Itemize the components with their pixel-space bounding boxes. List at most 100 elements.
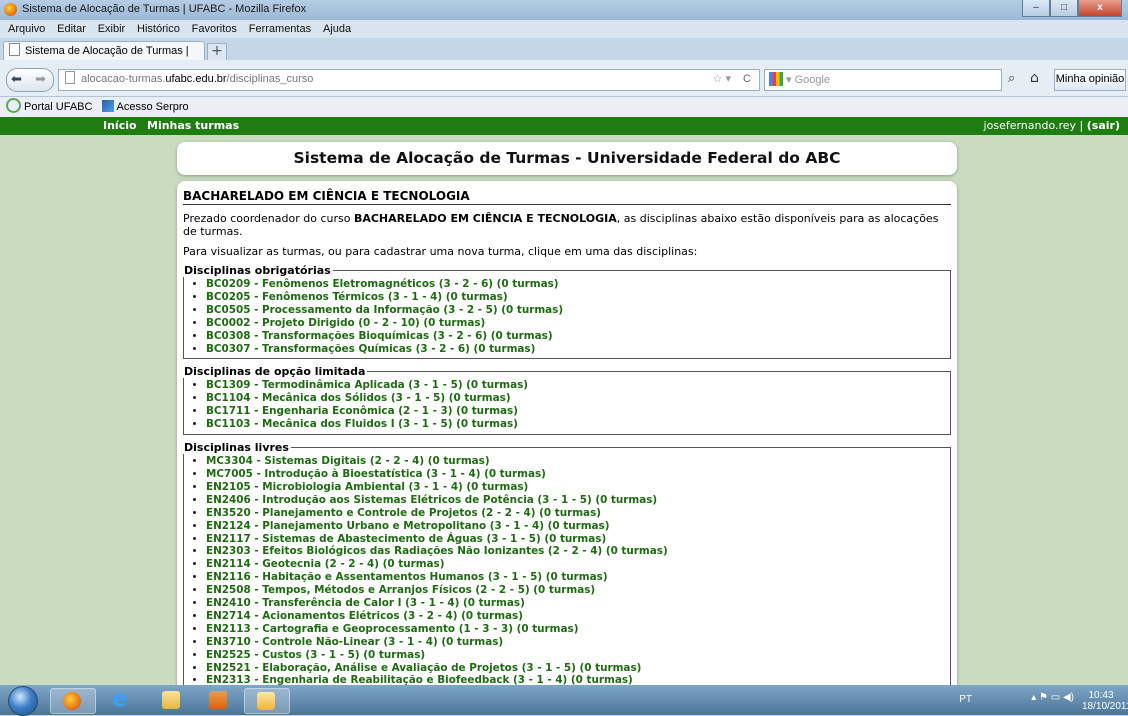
menu-favoritos[interactable]: Favoritos [192,23,237,35]
app-icon [257,692,275,710]
windows-taskbar: e PT ▴ ⚑ ▭ ◀) 10:43 18/10/2011 [0,685,1128,716]
discipline-link[interactable]: EN2406 - Introdução aos Sistemas Elétric… [206,494,950,507]
feedback-button[interactable]: Minha opinião [1054,69,1126,91]
group-title: Disciplinas obrigatórias [184,264,331,277]
discipline-link[interactable]: BC1309 - Termodinâmica Aplicada (3 - 1 -… [206,379,950,392]
reload-icon[interactable]: C [743,70,751,89]
tab-active[interactable]: Sistema de Alocação de Turmas | UFABC [3,41,205,75]
course-title: BACHARELADO EM CIÊNCIA E TECNOLOGIA [183,189,951,205]
url-path: /disciplinas_curso [226,73,314,85]
instruction-paragraph: Para visualizar as turmas, ou para cadas… [183,245,698,258]
user-info: josefernando.rey | (sair) [984,117,1120,135]
nav-link-minhas-turmas[interactable]: Minhas turmas [147,117,239,135]
discipline-link[interactable]: BC0002 - Projeto Dirigido (0 - 2 - 10) (… [206,317,950,330]
discipline-link[interactable]: EN2105 - Microbiologia Ambiental (3 - 1 … [206,481,950,494]
language-indicator[interactable]: PT [959,694,972,705]
discipline-link[interactable]: EN2114 - Geotecnia (2 - 2 - 4) (0 turmas… [206,558,950,571]
group-title: Disciplinas livres [184,441,289,455]
discipline-link[interactable]: EN3710 - Controle Não-Linear (3 - 1 - 4)… [206,636,950,649]
discipline-link[interactable]: EN2303 - Efeitos Biológicos das Radiaçõe… [206,545,950,558]
clock-date: 18/10/2011 [1082,701,1128,712]
discipline-link[interactable]: BC0505 - Processamento da Informação (3 … [206,304,950,317]
discipline-link[interactable]: MC7005 - Introdução à Bioestatística (3 … [206,468,950,481]
menu-ferramentas[interactable]: Ferramentas [249,23,311,35]
minimize-button[interactable]: – [1022,0,1050,17]
back-arrow-icon[interactable]: ⬅ [11,69,22,90]
bookmark-portal-ufabc[interactable]: Portal UFABC [6,98,92,113]
discipline-link[interactable]: BC0308 - Transformações Bioquímicas (3 -… [206,330,950,343]
intro-course-name: BACHARELADO EM CIÊNCIA E TECNOLOGIA [353,212,617,225]
app-nav-bar: Início Minhas turmas josefernando.rey | … [0,117,1128,135]
close-button[interactable]: x [1078,0,1122,17]
bookmarks-bar: Portal UFABC Acesso Serpro [0,97,1128,117]
menu-arquivo[interactable]: Arquivo [8,23,45,35]
new-tab-button[interactable]: + [207,43,227,61]
discipline-list: MC3304 - Sistemas Digitais (2 - 2 - 4) (… [192,455,950,700]
menu-ajuda[interactable]: Ajuda [323,23,351,35]
logout-link[interactable]: (sair) [1087,119,1120,132]
discipline-link[interactable]: EN3520 - Planejamento e Controle de Proj… [206,507,950,520]
folder-icon [162,691,180,709]
portal-icon [6,98,21,113]
discipline-link[interactable]: BC1104 - Mecânica dos Sólidos (3 - 1 - 5… [206,392,950,405]
page-icon [65,71,75,84]
discipline-link[interactable]: EN2521 - Elaboração, Análise e Avaliação… [206,662,950,675]
firefox-icon [63,692,81,710]
main-content: BACHARELADO EM CIÊNCIA E TECNOLOGIA Prez… [177,181,957,701]
search-placeholder: Google [794,74,831,86]
maximize-button[interactable]: □ [1050,0,1078,17]
discipline-link[interactable]: EN2116 - Habitação e Assentamentos Human… [206,571,950,584]
window-controls: – □ x [1022,0,1122,17]
taskbar-explorer[interactable] [150,688,194,712]
address-bar[interactable]: alocacao-turmas.ufabc.edu.br/disciplinas… [58,69,760,91]
start-button[interactable] [8,686,38,716]
discipline-link[interactable]: EN2113 - Cartografia e Geoprocessamento … [206,623,950,636]
window-titlebar: Sistema de Alocação de Turmas | UFABC - … [0,0,1128,20]
bookmark-star-icon[interactable]: ☆ ▾ [713,70,731,89]
menu-exibir[interactable]: Exibir [98,23,126,35]
search-bar[interactable]: ▾ Google [764,69,1002,91]
tab-bar: Sistema de Alocação de Turmas | UFABC + [0,38,1128,75]
page-icon [9,43,20,56]
tray-icons[interactable]: ▴ ⚑ ▭ ◀) [1031,692,1074,703]
taskbar-app[interactable] [244,688,290,714]
clock-time: 10:43 [1088,690,1114,701]
discipline-group: Disciplinas livresMC3304 - Sistemas Digi… [183,441,951,701]
url-prefix: alocacao-turmas. [81,73,166,85]
discipline-link[interactable]: EN2124 - Planejamento Urbano e Metropoli… [206,520,950,533]
nav-link-inicio[interactable]: Início [103,117,137,135]
discipline-list: BC1309 - Termodinâmica Aplicada (3 - 1 -… [192,379,950,431]
firefox-icon [4,3,17,16]
discipline-link[interactable]: BC0307 - Transformações Químicas (3 - 2 … [206,343,950,356]
discipline-link[interactable]: EN2508 - Tempos, Métodos e Arranjos Físi… [206,584,950,597]
bookmark-acesso-serpro[interactable]: Acesso Serpro [101,100,189,113]
discipline-link[interactable]: BC0209 - Fenômenos Eletromagnéticos (3 -… [206,278,950,291]
taskbar-firefox[interactable] [50,688,96,714]
discipline-link[interactable]: EN2525 - Custos (3 - 1 - 5) (0 turmas) [206,649,950,662]
taskbar-media[interactable] [197,688,241,712]
clock[interactable]: 10:43 18/10/2011 [1082,690,1128,712]
username: josefernando.rey [983,119,1077,132]
discipline-link[interactable]: BC1711 - Engenharia Econômica (2 - 1 - 3… [206,405,950,418]
menu-historico[interactable]: Histórico [137,23,180,35]
discipline-link[interactable]: EN2117 - Sistemas de Abastecimento de Ág… [206,533,950,546]
menu-bar: Arquivo Editar Exibir Histórico Favorito… [0,20,1128,38]
separator: | [1076,119,1087,132]
back-forward-group: ⬅ ➡ [6,68,54,92]
bookmark-label: Acesso Serpro [116,101,189,113]
discipline-link[interactable]: EN2410 - Transferência de Calor I (3 - 1… [206,597,950,610]
intro-paragraph: Prezado coordenador do curso BACHARELADO… [183,212,951,238]
discipline-link[interactable]: BC1103 - Mecânica dos Fluidos I (3 - 1 -… [206,418,950,431]
navigation-toolbar: ⬅ ➡ alocacao-turmas.ufabc.edu.br/discipl… [0,60,1128,97]
group-title: Disciplinas de opção limitada [184,365,366,379]
home-icon[interactable]: ⌂ [1030,70,1039,86]
discipline-link[interactable]: MC3304 - Sistemas Digitais (2 - 2 - 4) (… [206,455,950,468]
forward-arrow-icon[interactable]: ➡ [35,69,46,90]
discipline-link[interactable]: EN2714 - Acionamentos Elétricos (3 - 2 -… [206,610,950,623]
menu-editar[interactable]: Editar [57,23,86,35]
discipline-link[interactable]: BC0205 - Fenômenos Térmicos (3 - 1 - 4) … [206,291,950,304]
media-player-icon [209,691,227,709]
google-icon [769,72,783,86]
search-icon[interactable]: ⌕ [1008,71,1015,86]
taskbar-ie[interactable]: e [100,688,144,712]
